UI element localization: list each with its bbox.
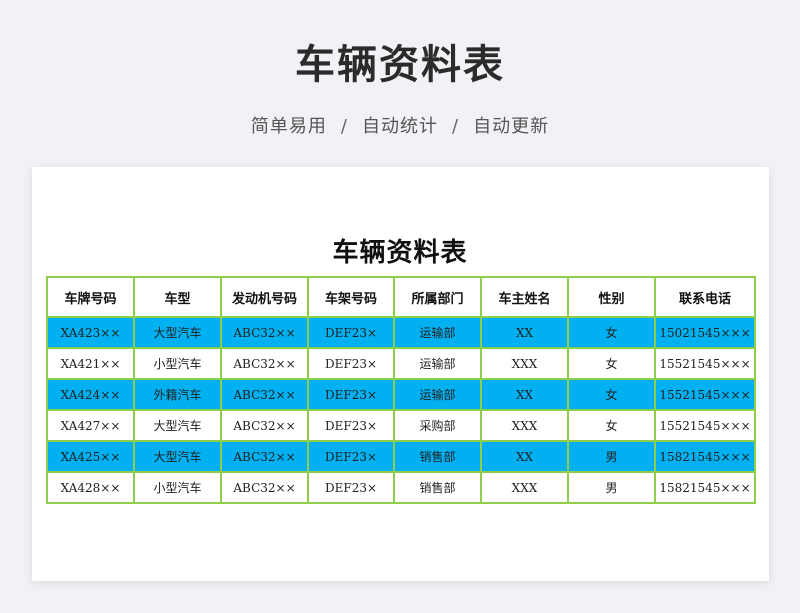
subtitle-item-easy: 简单易用 [250, 116, 327, 137]
column-header[interactable]: 车牌号码 [46, 276, 135, 318]
table-cell[interactable]: 15821545××× [654, 440, 756, 473]
table-cell[interactable]: DEF23× [307, 471, 395, 504]
table-cell[interactable]: ABC32×× [220, 409, 309, 442]
table-cell[interactable]: DEF23× [307, 347, 395, 380]
table-cell[interactable]: XX [480, 378, 569, 411]
table-cell[interactable]: 运输部 [393, 316, 482, 349]
table-cell[interactable]: XA427×× [46, 409, 135, 442]
table-cell[interactable]: XA423×× [46, 316, 135, 349]
table-cell[interactable]: 15521545××× [654, 378, 756, 411]
table-cell[interactable]: XA421×× [46, 347, 135, 380]
table-cell[interactable]: 女 [567, 378, 656, 411]
table-body: XA423×× 大型汽车 ABC32×× DEF23× 运输部 XX 女 15021545××… [46, 316, 756, 504]
table-cell[interactable]: XA425×× [46, 440, 135, 473]
table-cell[interactable]: 15521545××× [654, 347, 756, 380]
column-header[interactable]: 发动机号码 [220, 276, 309, 318]
table-cell[interactable]: 女 [567, 316, 656, 349]
subtitle-item-auto-update: 自动更新 [473, 116, 550, 137]
table-cell[interactable]: ABC32×× [220, 316, 309, 349]
table-cell[interactable]: 小型汽车 [133, 471, 222, 504]
subtitle-separator: / [452, 116, 460, 137]
sheet-title: 车辆资料表 [332, 238, 468, 268]
table-cell[interactable]: 销售部 [393, 440, 482, 473]
table-cell[interactable]: ABC32×× [220, 440, 309, 473]
table-cell[interactable]: ABC32×× [220, 378, 309, 411]
table-cell[interactable]: 运输部 [393, 347, 482, 380]
table-cell[interactable]: 销售部 [393, 471, 482, 504]
table-cell[interactable]: XX [480, 440, 569, 473]
table-cell[interactable]: 小型汽车 [133, 347, 222, 380]
table-row: XA427×× 大型汽车 ABC32×× DEF23× 采购部 XXX 女 15521545×… [46, 409, 756, 442]
table-cell[interactable]: XA428×× [46, 471, 135, 504]
column-header[interactable]: 车主姓名 [480, 276, 569, 318]
subtitle-item-auto-stats: 自动统计 [362, 116, 438, 137]
table-row: XA425×× 大型汽车 ABC32×× DEF23× 销售部 XX 男 15821545××… [46, 440, 756, 473]
subtitle-separator: / [340, 116, 348, 137]
table-header-row: 车牌号码 车型 发动机号码 车架号码 所属部门 车主姓名 性别 联系电话 [46, 276, 756, 318]
column-header[interactable]: 车型 [133, 276, 222, 318]
table-cell[interactable]: DEF23× [307, 316, 395, 349]
table-row: XA428×× 小型汽车 ABC32×× DEF23× 销售部 XXX 男 15821545×… [46, 471, 756, 504]
page-title: 车辆资料表 [295, 42, 505, 88]
table-cell[interactable]: 运输部 [393, 378, 482, 411]
table-cell[interactable]: XXX [480, 471, 569, 504]
table-cell[interactable]: XA424×× [46, 378, 135, 411]
table-cell[interactable]: DEF23× [307, 378, 395, 411]
table-cell[interactable]: 女 [567, 409, 656, 442]
column-header[interactable]: 所属部门 [393, 276, 482, 318]
table-cell[interactable]: 男 [567, 440, 656, 473]
table-cell[interactable]: 大型汽车 [133, 409, 222, 442]
table-cell[interactable]: 外籍汽车 [133, 378, 222, 411]
column-header[interactable]: 联系电话 [654, 276, 756, 318]
table-cell[interactable]: 15521545××× [654, 409, 756, 442]
table-cell[interactable]: 大型汽车 [133, 316, 222, 349]
table-cell[interactable]: ABC32×× [220, 347, 309, 380]
table-cell[interactable]: 男 [567, 471, 656, 504]
table-cell[interactable]: 15021545××× [654, 316, 756, 349]
page-subtitle: 简单易用 / 自动统计 / 自动更新 [0, 112, 800, 138]
table-cell[interactable]: 15821545××× [654, 471, 756, 504]
table-cell[interactable]: 女 [567, 347, 656, 380]
table-cell[interactable]: XXX [480, 347, 569, 380]
column-header[interactable]: 性别 [567, 276, 656, 318]
table-row: XA423×× 大型汽车 ABC32×× DEF23× 运输部 XX 女 15021545××… [46, 316, 756, 349]
table-cell[interactable]: XXX [480, 409, 569, 442]
table-cell[interactable]: ABC32×× [220, 471, 309, 504]
column-header[interactable]: 车架号码 [307, 276, 395, 318]
table-cell[interactable]: 采购部 [393, 409, 482, 442]
table-cell[interactable]: 大型汽车 [133, 440, 222, 473]
table-row: XA421×× 小型汽车 ABC32×× DEF23× 运输部 XXX 女 15521545×… [46, 347, 756, 380]
table-cell[interactable]: DEF23× [307, 440, 395, 473]
table-cell[interactable]: XX [480, 316, 569, 349]
vehicle-table: 车牌号码 车型 发动机号码 车架号码 所属部门 车主姓名 性别 联系电话 XA4… [46, 276, 756, 504]
table-row: XA424×× 外籍汽车 ABC32×× DEF23× 运输部 XX 女 15521545××… [46, 378, 756, 411]
table-cell[interactable]: DEF23× [307, 409, 395, 442]
